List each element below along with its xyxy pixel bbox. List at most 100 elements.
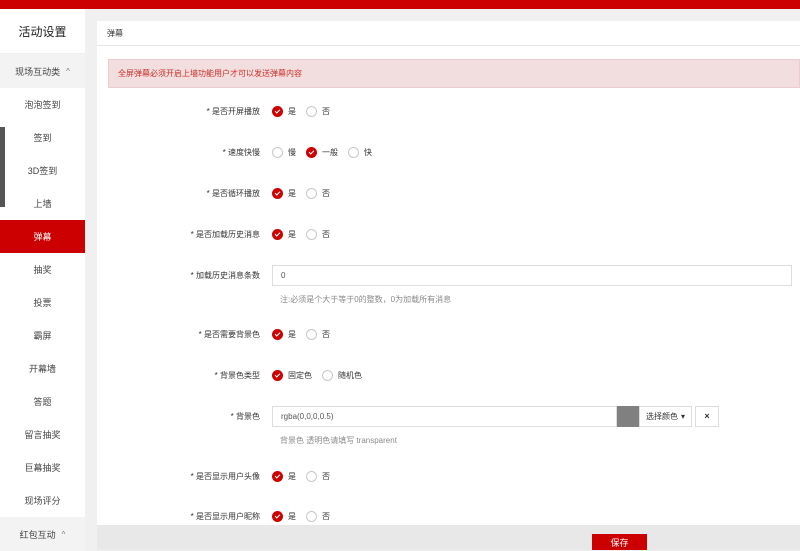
option-label: 否	[322, 188, 330, 198]
sidebar-item-wall[interactable]: 上墙	[0, 187, 85, 220]
chevron-up-icon: ^	[66, 66, 70, 76]
sidebar-item-opening-wall[interactable]: 开幕墙	[0, 352, 85, 385]
sidebar-item-giant-lottery[interactable]: 巨幕抽奖	[0, 451, 85, 484]
radio-history-yes[interactable]: 是	[272, 228, 296, 240]
sidebar-item-quiz[interactable]: 答题	[0, 385, 85, 418]
option-label: 固定色	[288, 370, 312, 380]
row-bg-type: * 背景色类型 固定色 随机色	[97, 365, 800, 385]
radio-checked-icon	[272, 470, 283, 482]
footer-bar	[97, 525, 800, 550]
field-label: * 是否开屏播放	[206, 106, 260, 116]
option-label: 一般	[322, 147, 338, 157]
option-label: 否	[322, 471, 330, 481]
option-label: 是	[288, 471, 296, 481]
radio-checked-icon	[306, 146, 317, 158]
radio-speed-slow[interactable]: 慢	[272, 146, 296, 158]
sidebar-item-3d-checkin[interactable]: 3D签到	[0, 154, 85, 187]
radio-unchecked-icon	[306, 228, 317, 240]
option-label: 是	[288, 106, 296, 116]
bg-color-input[interactable]: rgba(0,0,0,0.5)	[272, 405, 617, 427]
history-count-input[interactable]: 0	[272, 264, 792, 286]
sidebar-item-lottery[interactable]: 抽奖	[0, 253, 85, 286]
settings-panel: 弹幕 全屏弹幕必须开启上墙功能用户才可以发送弹幕内容 * 是否开屏播放 是 否 …	[97, 21, 800, 550]
sidebar-item-live-rating[interactable]: 现场评分	[0, 484, 85, 517]
clear-color-button[interactable]: ×	[695, 405, 720, 427]
radio-checked-icon	[272, 187, 283, 199]
radio-bg-random[interactable]: 随机色	[322, 369, 362, 381]
sidebar-item-vote[interactable]: 投票	[0, 286, 85, 319]
save-button[interactable]: 保存	[592, 534, 647, 550]
field-label: * 是否显示用户头像	[190, 471, 260, 481]
option-label: 是	[288, 329, 296, 339]
sidebar-group-label: 红包互动	[19, 529, 56, 540]
radio-speed-fast[interactable]: 快	[348, 146, 372, 158]
sidebar-item-danmaku[interactable]: 弹幕	[0, 220, 85, 253]
chevron-up-icon: ^	[61, 529, 66, 539]
radio-need-bg-yes[interactable]: 是	[272, 328, 296, 340]
radio-bg-fixed[interactable]: 固定色	[272, 369, 312, 381]
field-label: * 是否需要背景色	[198, 329, 260, 339]
sidebar-group-live[interactable]: 现场互动类 ^	[0, 54, 85, 88]
radio-unchecked-icon	[306, 510, 317, 522]
top-bar	[0, 0, 800, 9]
option-label: 是	[288, 229, 296, 239]
field-label: * 是否循环播放	[206, 188, 260, 198]
sidebar-item-checkin[interactable]: 签到	[0, 121, 85, 154]
option-label: 是	[288, 188, 296, 198]
radio-checked-icon	[272, 328, 283, 340]
sidebar-item-dominate-screen[interactable]: 霸屏	[0, 319, 85, 352]
sidebar-group-label: 现场互动类	[15, 66, 61, 77]
sidebar-group-red-packet[interactable]: 红包互动 ^	[0, 517, 85, 551]
radio-unchecked-icon	[272, 146, 283, 158]
row-show-nickname: * 是否显示用户昵称 是 否	[97, 506, 800, 526]
radio-nickname-yes[interactable]: 是	[272, 510, 296, 522]
pick-color-button[interactable]: 选择颜色 ▾	[639, 405, 693, 427]
radio-avatar-yes[interactable]: 是	[272, 470, 296, 482]
field-label: * 速度快慢	[222, 147, 260, 157]
sidebar-item-message-lottery[interactable]: 留言抽奖	[0, 418, 85, 451]
radio-unchecked-icon	[306, 328, 317, 340]
radio-nickname-no[interactable]: 否	[306, 510, 330, 522]
history-count-help: 注:必须是个大于等于0的整数，0为加载所有消息	[280, 295, 452, 304]
radio-history-no[interactable]: 否	[306, 228, 330, 240]
sidebar: 活动设置 现场互动类 ^ 泡泡签到 签到 3D签到 上墙 弹幕 抽奖 投票 霸屏…	[0, 9, 85, 551]
row-bg-color: * 背景色 rgba(0,0,0,0.5) 选择颜色 ▾ ×	[97, 405, 800, 427]
color-swatch[interactable]	[617, 405, 639, 427]
option-label: 慢	[288, 147, 296, 157]
radio-unchecked-icon	[348, 146, 359, 158]
radio-unchecked-icon	[306, 470, 317, 482]
radio-fullscreen-no[interactable]: 否	[306, 105, 330, 117]
radio-fullscreen-yes[interactable]: 是	[272, 105, 296, 117]
sidebar-title: 活动设置	[0, 9, 85, 54]
radio-unchecked-icon	[306, 187, 317, 199]
pick-color-label: 选择颜色	[646, 411, 678, 421]
panel-title: 弹幕	[97, 21, 800, 46]
window-edge	[0, 127, 5, 207]
radio-need-bg-no[interactable]: 否	[306, 328, 330, 340]
radio-checked-icon	[272, 105, 283, 117]
field-label: * 背景色	[230, 411, 260, 421]
radio-unchecked-icon	[306, 105, 317, 117]
option-label: 否	[322, 511, 330, 521]
radio-loop-no[interactable]: 否	[306, 187, 330, 199]
row-speed: * 速度快慢 慢 一般 快	[97, 142, 800, 162]
field-label: * 加载历史消息条数	[190, 270, 260, 280]
option-label: 快	[364, 147, 372, 157]
radio-checked-icon	[272, 228, 283, 240]
alert-message: 全屏弹幕必须开启上墙功能用户才可以发送弹幕内容	[108, 59, 800, 88]
option-label: 否	[322, 106, 330, 116]
row-need-bg: * 是否需要背景色 是 否	[97, 324, 800, 344]
row-history: * 是否加载历史消息 是 否	[97, 224, 800, 244]
option-label: 随机色	[338, 370, 362, 380]
option-label: 是	[288, 511, 296, 521]
radio-speed-normal[interactable]: 一般	[306, 146, 338, 158]
option-label: 否	[322, 229, 330, 239]
sidebar-item-bubble-checkin[interactable]: 泡泡签到	[0, 88, 85, 121]
radio-avatar-no[interactable]: 否	[306, 470, 330, 482]
field-label: * 是否加载历史消息	[190, 229, 260, 239]
radio-checked-icon	[272, 510, 283, 522]
radio-loop-yes[interactable]: 是	[272, 187, 296, 199]
bg-color-help: 背景色 透明色请填写 transparent	[280, 436, 397, 445]
option-label: 否	[322, 329, 330, 339]
caret-down-icon: ▾	[681, 411, 686, 421]
